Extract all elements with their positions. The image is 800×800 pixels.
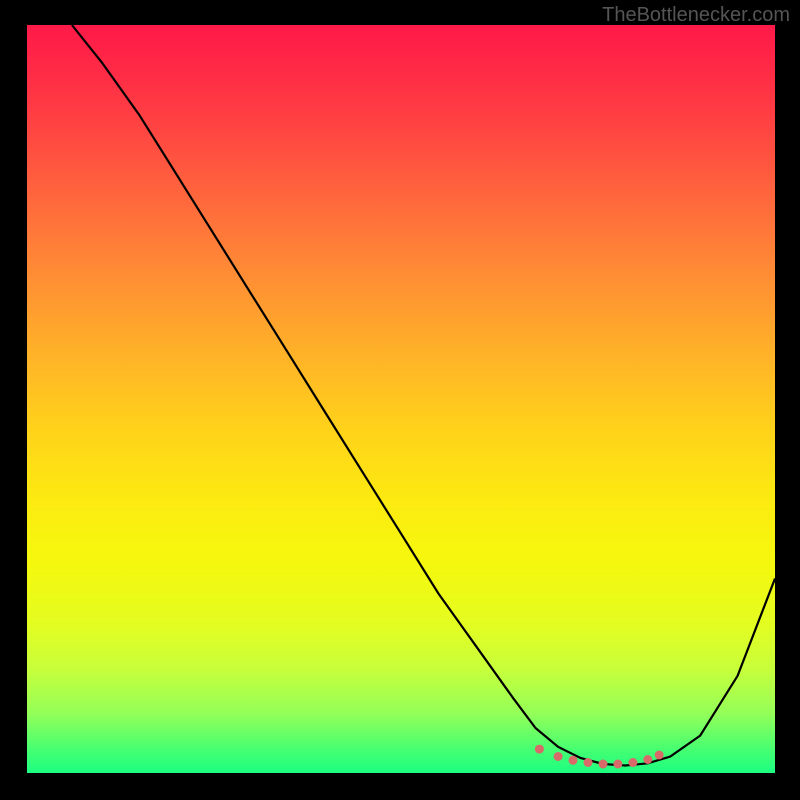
highlight-dot — [584, 758, 593, 767]
highlight-dot — [599, 760, 608, 769]
highlight-dot — [628, 758, 637, 767]
highlight-dot — [535, 745, 544, 754]
highlight-dot — [643, 755, 652, 764]
optimal-range-markers — [27, 25, 775, 773]
highlight-dot — [569, 756, 578, 765]
highlight-dot — [655, 751, 664, 760]
highlight-dot — [554, 752, 563, 761]
highlight-dot — [613, 760, 622, 769]
watermark-text: TheBottlenecker.com — [602, 4, 790, 27]
chart-plot-area — [27, 25, 775, 773]
